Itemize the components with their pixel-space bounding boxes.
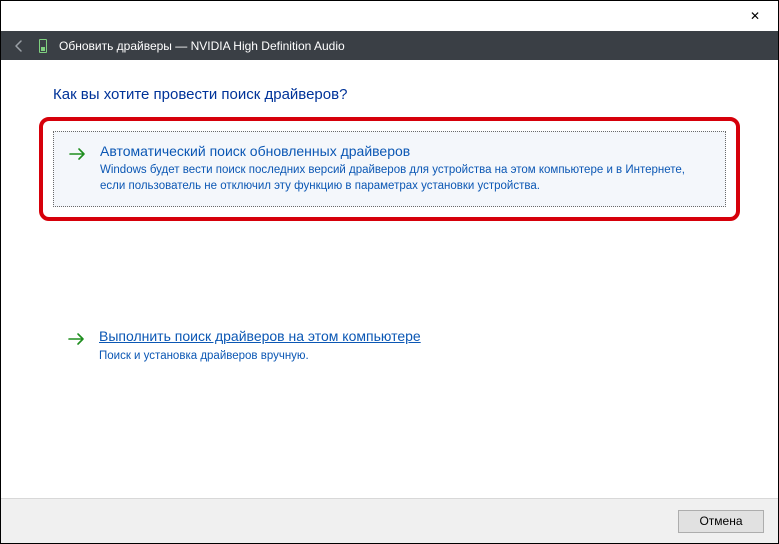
- footer: Отмена: [1, 498, 778, 543]
- close-button[interactable]: ✕: [732, 1, 778, 31]
- option-manual-desc: Поиск и установка драйверов вручную.: [99, 348, 712, 364]
- close-icon: ✕: [750, 9, 760, 23]
- option-auto-wrap: Автоматический поиск обновленных драйвер…: [53, 131, 726, 207]
- option-manual-body: Выполнить поиск драйверов на этом компью…: [99, 327, 712, 363]
- option-auto-title: Автоматический поиск обновленных драйвер…: [100, 142, 711, 160]
- header-bar: Обновить драйверы — NVIDIA High Definiti…: [1, 31, 778, 60]
- option-auto-desc: Windows будет вести поиск последних верс…: [100, 162, 711, 194]
- titlebar: ✕: [1, 1, 778, 31]
- option-manual-title: Выполнить поиск драйверов на этом компью…: [99, 327, 712, 345]
- option-auto-search[interactable]: Автоматический поиск обновленных драйвер…: [53, 131, 726, 207]
- option-auto-body: Автоматический поиск обновленных драйвер…: [100, 142, 711, 194]
- device-icon: [39, 39, 47, 53]
- arrow-left-icon: [11, 38, 27, 54]
- back-button[interactable]: [11, 38, 27, 54]
- cancel-button[interactable]: Отмена: [678, 510, 764, 533]
- content-area: Как вы хотите провести поиск драйверов? …: [1, 60, 778, 376]
- page-heading: Как вы хотите провести поиск драйверов?: [53, 86, 726, 103]
- option-manual-search[interactable]: Выполнить поиск драйверов на этом компью…: [53, 317, 726, 375]
- arrow-right-icon: [67, 329, 87, 349]
- arrow-right-icon: [68, 144, 88, 164]
- header-title: Обновить драйверы — NVIDIA High Definiti…: [59, 39, 345, 53]
